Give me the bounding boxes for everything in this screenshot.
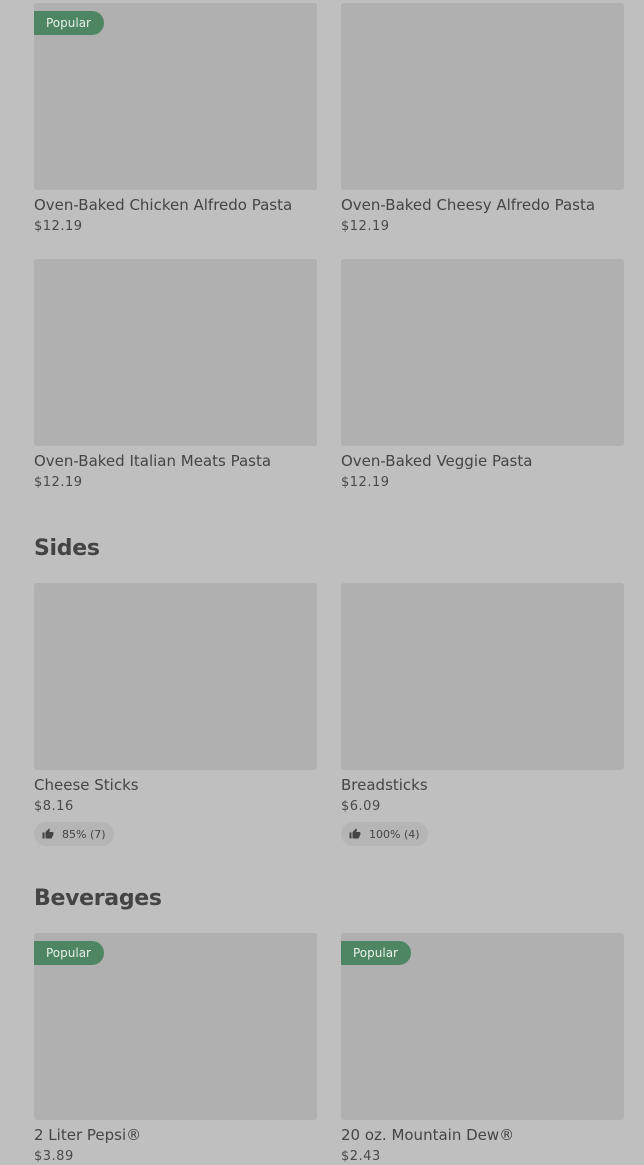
menu-item-card[interactable]: Cheese Sticks $8.16 85% (7) (34, 583, 317, 846)
menu-item-card[interactable]: Oven-Baked Italian Meats Pasta $12.19 (34, 259, 317, 491)
menu-item-image (341, 3, 624, 190)
rating-badge: 100% (4) (341, 822, 428, 846)
menu-item-name: 20 oz. Mountain Dew® (341, 1126, 515, 1144)
pasta-grid: Popular Oven-Baked Chicken Alfredo Pasta… (34, 3, 624, 491)
menu-item-price: $3.89 (34, 1149, 74, 1164)
thumbs-up-icon (42, 828, 54, 839)
menu-item-name: Oven-Baked Italian Meats Pasta (34, 452, 272, 470)
menu-item-name: 2 Liter Pepsi® (34, 1126, 142, 1144)
beverages-grid: Popular 2 Liter Pepsi® $3.89 Popular 20 … (34, 933, 624, 1165)
popular-badge: Popular (341, 941, 411, 965)
menu-item-image (341, 259, 624, 446)
section-title-sides: Sides (34, 536, 100, 561)
sides-grid: Cheese Sticks $8.16 85% (7) Breadsticks … (34, 583, 624, 846)
menu-item-card[interactable]: Breadsticks $6.09 100% (4) (341, 583, 624, 846)
menu-item-price: $12.19 (34, 475, 83, 490)
rating-text: 85% (7) (62, 827, 106, 841)
thumbs-up-icon (349, 828, 361, 839)
menu-item-card[interactable]: Popular 2 Liter Pepsi® $3.89 (34, 933, 317, 1165)
popular-badge: Popular (34, 941, 104, 965)
menu-item-image: Popular (341, 933, 624, 1120)
menu-item-card[interactable]: Popular 20 oz. Mountain Dew® $2.43 (341, 933, 624, 1165)
menu-item-name: Cheese Sticks (34, 776, 139, 794)
menu-item-price: $12.19 (341, 219, 390, 234)
menu-item-name: Breadsticks (341, 776, 428, 794)
menu-item-price: $12.19 (34, 219, 83, 234)
menu-item-image: Popular (34, 933, 317, 1120)
rating-badge: 85% (7) (34, 822, 114, 846)
menu-item-image: Popular (34, 3, 317, 190)
menu-item-name: Oven-Baked Veggie Pasta (341, 452, 533, 470)
menu-item-card[interactable]: Popular Oven-Baked Chicken Alfredo Pasta… (34, 3, 317, 235)
menu-item-image (34, 583, 317, 770)
popular-badge: Popular (34, 11, 104, 35)
menu-item-image (341, 583, 624, 770)
menu-item-price: $12.19 (341, 475, 390, 490)
menu-item-image (34, 259, 317, 446)
menu-item-price: $8.16 (34, 799, 74, 814)
menu-item-card[interactable]: Oven-Baked Cheesy Alfredo Pasta $12.19 (341, 3, 624, 235)
menu-item-name: Oven-Baked Chicken Alfredo Pasta (34, 196, 293, 214)
menu-item-name: Oven-Baked Cheesy Alfredo Pasta (341, 196, 596, 214)
menu-item-card[interactable]: Oven-Baked Veggie Pasta $12.19 (341, 259, 624, 491)
section-title-beverages: Beverages (34, 886, 162, 911)
menu-item-price: $2.43 (341, 1149, 381, 1164)
rating-text: 100% (4) (369, 827, 420, 841)
menu-item-price: $6.09 (341, 799, 381, 814)
